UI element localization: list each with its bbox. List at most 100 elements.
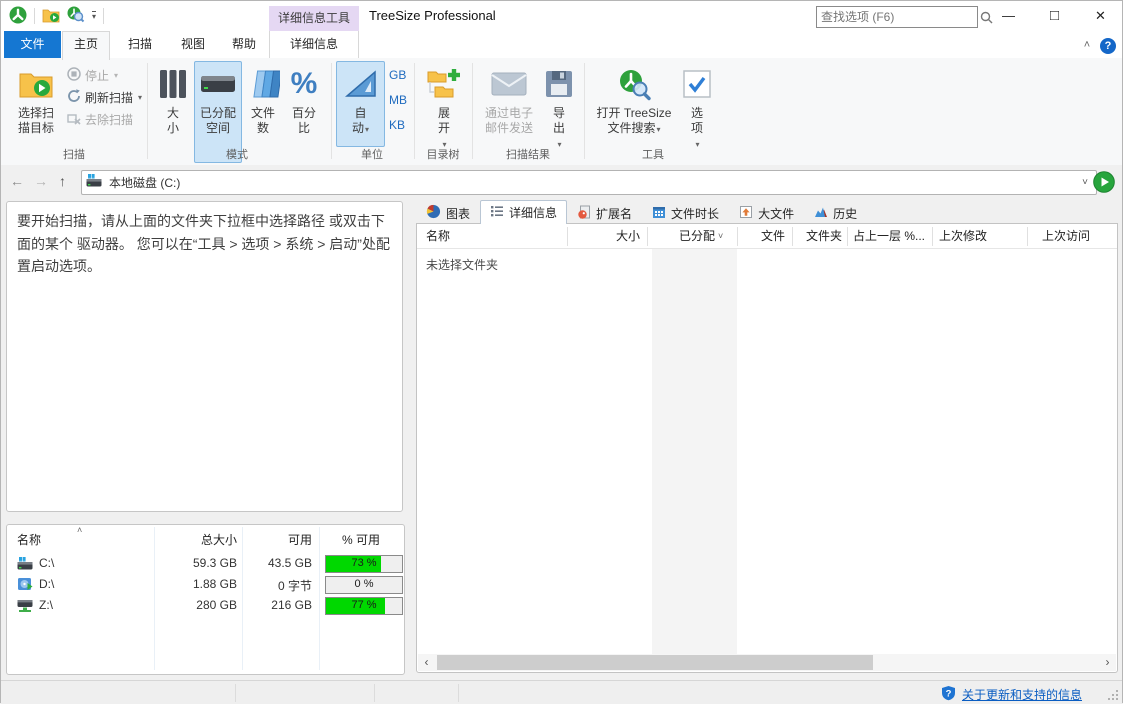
drive-col-total[interactable]: 总大小 [162,531,237,548]
drive-free: 0 字节 [247,577,312,594]
mode-size-label: 大小 [167,106,179,135]
horizontal-scrollbar[interactable]: ‹ › [418,654,1116,671]
unit-gb-option[interactable]: GB [389,68,406,82]
send-email-label: 通过电子邮件发送 [485,106,533,135]
column-separator [1027,227,1028,246]
path-text: 本地磁盘 (C:) [109,174,180,191]
tab-top-files-label: 大文件 [758,205,794,222]
dropdown-icon: ▾ [138,93,142,102]
sorted-column-band [652,249,737,654]
area-chart-icon [814,205,828,222]
free-percent-bar: 0 % [325,576,403,594]
search-input[interactable] [817,10,980,24]
tab-view[interactable]: 视图 [167,31,219,58]
col-allocated[interactable]: 已分配 [647,224,715,248]
app-window: ▾ 详细信息工具 TreeSize Professional — □ ✕ 文件 … [0,0,1123,703]
scroll-left-icon[interactable]: ‹ [418,654,435,671]
tab-home[interactable]: 主页 [62,31,110,60]
header-divider [417,248,1117,249]
tab-help[interactable]: 帮助 [219,31,269,58]
close-button[interactable]: ✕ [1078,1,1123,31]
drive-row-z[interactable]: Z:\ 280 GB 216 GB 77 % [7,595,404,616]
dropdown-icon: ▾ [114,71,118,80]
calendar-icon [652,205,666,222]
unit-mb-option[interactable]: MB [389,93,407,107]
tab-file-ages-label: 文件时长 [671,205,719,222]
remove-scan-button: 去除扫描 [67,110,133,129]
tab-extensions[interactable]: 扩展名 [567,201,642,224]
refresh-icon [67,89,81,106]
maximize-button[interactable]: □ [1032,1,1077,31]
percent-icon: % [285,64,323,104]
address-toolbar: ← → ↑ 本地磁盘 (C:) ˅ [1,165,1122,199]
drive-name: D:\ [39,577,54,591]
group-label-tools: 工具 [603,146,703,162]
export-label: 导出 [553,106,565,135]
col-last-modified[interactable]: 上次修改 [939,224,987,248]
shield-help-icon: ? [941,685,956,704]
scrollbar-thumb[interactable] [437,655,873,670]
separator [103,8,104,24]
tab-extensions-label: 扩展名 [596,205,632,222]
col-percent-of-parent[interactable]: 占上一层 %... [853,224,925,248]
details-list-icon [490,204,504,221]
unit-auto-button[interactable]: 自动▾ [336,61,385,147]
tab-scan[interactable]: 扫描 [113,31,167,58]
group-separator [414,63,415,159]
tab-file[interactable]: 文件 [4,31,61,58]
collapse-ribbon-icon[interactable]: ˄ [1079,37,1095,53]
scroll-right-icon[interactable]: › [1099,654,1116,671]
details-view: 名称 大小 已分配 ˅ 文件 文件夹 占上一层 %... 上次修改 上次访问 未… [416,223,1118,673]
resize-grip[interactable] [1108,690,1118,700]
file-search-icon[interactable] [67,6,85,26]
remove-scan-icon [67,111,81,128]
tab-details[interactable]: 详细信息 [269,31,359,58]
drive-total: 280 GB [162,598,237,612]
tab-chart[interactable]: 图表 [416,201,480,224]
tab-history[interactable]: 历史 [804,201,867,224]
tab-details-view[interactable]: 详细信息 [480,200,567,224]
mode-percent-button[interactable]: % 百分比 [284,61,324,163]
up-icon[interactable]: ↑ [59,173,66,189]
drive-col-name[interactable]: 名称 [17,531,41,548]
update-info-link[interactable]: 关于更新和支持的信息 [962,686,1082,703]
expand-label: 展开 [438,106,450,135]
group-label-mode: 模式 [187,146,287,162]
update-info: ? 关于更新和支持的信息 [941,685,1082,704]
refresh-scan-button[interactable]: 刷新扫描▾ [67,88,142,107]
back-icon[interactable]: ← [10,173,24,189]
drive-name: C:\ [39,556,54,570]
drive-col-pctfree[interactable]: % 可用 [319,531,403,548]
pie-chart-icon [426,204,441,222]
minimize-button[interactable]: — [986,1,1031,31]
help-icon[interactable]: ? [1100,38,1116,54]
col-files[interactable]: 文件 [737,224,785,248]
select-directory-icon[interactable] [42,7,60,26]
customize-qat-icon[interactable]: ▾ [92,11,96,21]
start-scan-button[interactable] [1093,171,1115,193]
drive-row-c[interactable]: C:\ 59.3 GB 43.5 GB 73 % [7,553,404,574]
up-arrow-box-icon [739,205,753,222]
tab-top-files[interactable]: 大文件 [729,201,804,224]
sort-asc-icon: ˄ [77,525,82,535]
col-size[interactable]: 大小 [567,224,640,248]
path-combobox[interactable]: 本地磁盘 (C:) ˅ [81,170,1097,195]
drive-row-d[interactable]: D:\ 1.88 GB 0 字节 0 % [7,574,404,595]
find-options-searchbox[interactable] [816,6,978,28]
tab-file-ages[interactable]: 文件时长 [642,201,729,224]
drive-free: 43.5 GB [247,556,312,570]
col-name[interactable]: 名称 [426,224,450,248]
status-separator [374,684,375,702]
dropdown-icon: ▾ [657,125,661,134]
mode-percent-label: 百分比 [292,106,316,135]
forward-icon[interactable]: → [34,173,48,189]
combo-dropdown-icon[interactable]: ˅ [1082,177,1092,188]
unit-kb-option[interactable]: KB [389,118,405,132]
drive-col-free[interactable]: 可用 [247,531,312,548]
col-folders[interactable]: 文件夹 [792,224,842,248]
col-last-accessed[interactable]: 上次访问 [1042,224,1090,248]
drive-icon [86,174,103,191]
column-separator [932,227,933,246]
group-separator [331,63,332,159]
sort-desc-icon: ˅ [718,224,730,248]
